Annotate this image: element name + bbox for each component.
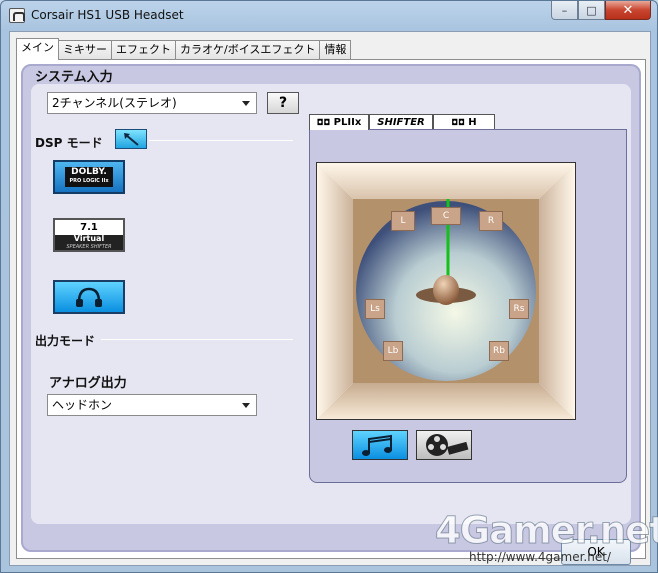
speaker-l-label: L [400,216,406,226]
tab-main[interactable]: メイン [16,38,59,60]
minimize-button[interactable]: – [551,1,578,20]
client-area: メイン ミキサー エフェクト カラオケ/ボイスエフェクト 情報 システム入力 2… [9,31,651,566]
surround-panel: L C R Ls Rs Lb Rb [309,129,627,483]
tab-shifter[interactable]: SHIFTER [369,114,433,130]
tab-pliix[interactable]: ◘◘ PLIIx [309,114,369,130]
help-button[interactable]: ? [267,92,299,114]
speaker-lb[interactable]: Lb [383,341,403,361]
speaker-r-label: R [487,216,495,226]
window-title: Corsair HS1 USB Headset [31,8,184,22]
speaker-room-view[interactable]: L C R Ls Rs Lb Rb [316,162,576,420]
window-controls: – □ ✕ [551,1,651,21]
maximize-button[interactable]: □ [578,1,605,20]
speaker-lb-label: Lb [387,346,399,356]
film-reel-icon [426,434,469,456]
speaker-rs-label: Rs [513,304,525,314]
dolby-double-d-icon: ◘◘ [451,118,465,127]
system-input-heading: システム入力 [35,70,113,85]
dolby-logo: DOLBY. PRO LOGIC IIx [65,167,113,187]
title-bar[interactable]: Corsair HS1 USB Headset – □ ✕ [1,1,657,31]
dolby-double-d-icon: ◘◘ [316,118,331,127]
analog-output-value: ヘッドホン [52,398,113,412]
movie-mode-button[interactable] [416,430,472,460]
speaker-ls-label: Ls [370,304,380,314]
tab-effects[interactable]: エフェクト [111,40,176,60]
dolby-sub-text: PRO LOGIC IIx [69,178,109,184]
tab-karaoke-voice-effects[interactable]: カラオケ/ボイスエフェクト [175,40,321,60]
watermark-url: http://www.4gamer.net/ [469,550,611,564]
analog-output-select[interactable]: ヘッドホン [47,394,257,416]
tab-mixer[interactable]: ミキサー [58,40,112,60]
main-panel: システム入力 2チャンネル(ステレオ) ? DSP モード DOLBY. PRO… [21,64,641,552]
speaker-rb-label: Rb [493,346,505,356]
headset-app-icon [9,8,25,23]
dolby-brand-text: DOLBY. [71,167,107,177]
speaker-shifter-text: SPEAKER SHIFTER [66,244,112,250]
analog-output-heading: アナログ出力 [49,376,127,391]
tab-strip: メイン ミキサー エフェクト カラオケ/ボイスエフェクト 情報 [16,38,352,60]
dolby-pro-logic-button[interactable]: DOLBY. PRO LOGIC IIx [53,160,125,194]
speaker-room-svg [317,163,575,419]
output-mode-heading: 出力モード [35,334,96,348]
system-input-value: 2チャンネル(ステレオ) [52,96,177,110]
tab-shifter-label: SHIFTER [377,117,425,128]
virtual-text: Virtual [73,234,105,243]
dsp-mode-divider [149,140,293,141]
dsp-mode-toggle[interactable] [115,129,147,149]
dsp-mode-heading: DSP モード [35,136,103,150]
speaker-l[interactable]: L [391,211,415,231]
headphone-mode-button[interactable] [53,280,125,314]
music-note-icon [362,434,392,456]
tab-h[interactable]: ◘◘ H [433,114,495,130]
main-tab-panel: システム入力 2チャンネル(ステレオ) ? DSP モード DOLBY. PRO… [16,59,646,559]
tab-info[interactable]: 情報 [319,40,352,60]
speaker-r[interactable]: R [479,211,503,231]
speaker-c[interactable]: C [431,207,461,225]
speaker-c-label: C [442,211,450,221]
music-mode-button[interactable] [352,430,408,460]
output-mode-divider [101,339,293,340]
headphone-icon [76,287,102,307]
watermark-logo: 4Gamer.net [435,509,658,553]
tab-h-label: H [468,117,477,128]
tab-pliix-label: PLIIx [333,117,362,128]
chevron-down-icon [242,403,250,408]
speaker-ls[interactable]: Ls [365,299,385,319]
chevron-down-icon [242,101,250,106]
speaker-rs[interactable]: Rs [509,299,529,319]
pointer-icon [124,133,139,146]
app-window: Corsair HS1 USB Headset – □ ✕ メイン ミキサー エ… [0,0,658,573]
virtual-speaker-shifter-button[interactable]: 7.1 Virtual SPEAKER SHIFTER [53,218,125,252]
virtual-71-text: 7.1 [55,220,123,235]
system-input-select[interactable]: 2チャンネル(ステレオ) [47,92,257,114]
speaker-rb[interactable]: Rb [489,341,509,361]
close-button[interactable]: ✕ [605,1,651,20]
